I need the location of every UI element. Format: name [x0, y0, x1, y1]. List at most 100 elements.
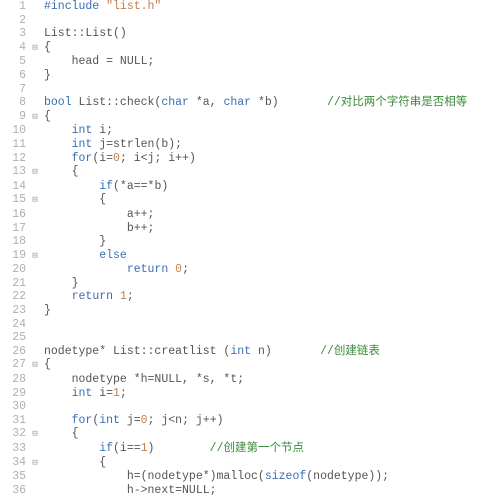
line-number: 26	[0, 345, 30, 359]
code-line[interactable]: 14 if(*a==*b)	[0, 180, 500, 194]
code-line[interactable]: 7	[0, 83, 500, 97]
fold-toggle-icon[interactable]: ⊟	[30, 428, 40, 442]
code-line[interactable]: 32⊟ {	[0, 427, 500, 442]
code-content[interactable]: else	[40, 249, 127, 263]
code-content[interactable]: h=(nodetype*)malloc(sizeof(nodetype));	[40, 470, 389, 484]
code-line[interactable]: 18 }	[0, 235, 500, 249]
code-line[interactable]: 4⊟{	[0, 41, 500, 56]
code-content[interactable]: List::List()	[40, 27, 127, 41]
line-number: 36	[0, 484, 30, 498]
code-line[interactable]: 8 bool List::check(char *a, char *b) //对比…	[0, 96, 500, 110]
code-content[interactable]: }	[40, 69, 51, 83]
line-number: 8	[0, 96, 30, 110]
code-line[interactable]: 31 for(int j=0; j<n; j++)	[0, 414, 500, 428]
line-number: 28	[0, 373, 30, 387]
code-content[interactable]: h->next=NULL;	[40, 484, 217, 498]
code-line[interactable]: 28 nodetype *h=NULL, *s, *t;	[0, 373, 500, 387]
code-line[interactable]: 9⊟{	[0, 110, 500, 125]
fold-toggle-icon[interactable]: ⊟	[30, 457, 40, 471]
code-content[interactable]: head = NULL;	[40, 55, 154, 69]
code-line[interactable]: 6}	[0, 69, 500, 83]
line-number: 32	[0, 427, 30, 441]
code-content[interactable]: }	[40, 235, 106, 249]
code-line[interactable]: 33 if(i==1) //创建第一个节点	[0, 442, 500, 456]
fold-toggle-icon[interactable]: ⊟	[30, 166, 40, 180]
code-line[interactable]: 34⊟ {	[0, 456, 500, 471]
code-content[interactable]: {	[40, 110, 51, 124]
code-content[interactable]: if(i==1) //创建第一个节点	[40, 442, 304, 456]
fold-toggle-icon[interactable]: ⊟	[30, 359, 40, 373]
fold-toggle-icon[interactable]: ⊟	[30, 111, 40, 125]
code-content[interactable]: int i;	[40, 124, 113, 138]
code-content[interactable]: if(*a==*b)	[40, 180, 168, 194]
code-content[interactable]: int j=strlen(b);	[40, 138, 182, 152]
line-number: 34	[0, 456, 30, 470]
code-line[interactable]: 26 nodetype* List::creatlist (int n) //创建…	[0, 345, 500, 359]
line-number: 17	[0, 222, 30, 236]
code-content[interactable]: a++;	[40, 208, 154, 222]
code-line[interactable]: 2	[0, 14, 500, 28]
line-number: 29	[0, 387, 30, 401]
code-content[interactable]: {	[40, 358, 51, 372]
line-number: 27	[0, 358, 30, 372]
code-line[interactable]: 19⊟ else	[0, 249, 500, 264]
fold-toggle-icon[interactable]: ⊟	[30, 42, 40, 56]
code-line[interactable]: 5 head = NULL;	[0, 55, 500, 69]
code-content[interactable]: {	[40, 41, 51, 55]
code-line[interactable]: 1 #include "list.h"	[0, 0, 500, 14]
code-line[interactable]: 29 int i=1;	[0, 387, 500, 401]
line-number: 18	[0, 235, 30, 249]
line-number: 15	[0, 193, 30, 207]
code-content[interactable]: for(int j=0; j<n; j++)	[40, 414, 224, 428]
line-number: 30	[0, 400, 30, 414]
line-number: 9	[0, 110, 30, 124]
code-content[interactable]: nodetype *h=NULL, *s, *t;	[40, 373, 244, 387]
code-line[interactable]: 17 b++;	[0, 222, 500, 236]
code-content[interactable]: int i=1;	[40, 387, 127, 401]
code-content[interactable]: {	[40, 165, 79, 179]
code-content[interactable]: return 0;	[40, 263, 189, 277]
code-content[interactable]: }	[40, 304, 51, 318]
line-number: 22	[0, 290, 30, 304]
code-line[interactable]: 22 return 1;	[0, 290, 500, 304]
code-editor[interactable]: 1 #include "list.h"23 List::List()4⊟{5 hea…	[0, 0, 500, 497]
line-number: 14	[0, 180, 30, 194]
line-number: 20	[0, 263, 30, 277]
code-line[interactable]: 21 }	[0, 277, 500, 291]
code-line[interactable]: 3 List::List()	[0, 27, 500, 41]
code-line[interactable]: 24	[0, 318, 500, 332]
code-line[interactable]: 23}	[0, 304, 500, 318]
code-line[interactable]: 16 a++;	[0, 208, 500, 222]
code-line[interactable]: 25	[0, 331, 500, 345]
code-content[interactable]: bool List::check(char *a, char *b) //对比两…	[40, 96, 467, 110]
code-line[interactable]: 20 return 0;	[0, 263, 500, 277]
code-line[interactable]: 10 int i;	[0, 124, 500, 138]
code-line[interactable]: 27⊟{	[0, 358, 500, 373]
line-number: 35	[0, 470, 30, 484]
line-number: 3	[0, 27, 30, 41]
line-number: 12	[0, 152, 30, 166]
code-content[interactable]: {	[40, 427, 79, 441]
code-line[interactable]: 12 for(i=0; i<j; i++)	[0, 152, 500, 166]
code-content[interactable]: }	[40, 277, 79, 291]
code-line[interactable]: 15⊟ {	[0, 193, 500, 208]
code-content[interactable]: {	[40, 456, 106, 470]
line-number: 2	[0, 14, 30, 28]
fold-toggle-icon[interactable]: ⊟	[30, 250, 40, 264]
code-content[interactable]: for(i=0; i<j; i++)	[40, 152, 196, 166]
fold-toggle-icon[interactable]: ⊟	[30, 194, 40, 208]
code-content[interactable]: b++;	[40, 222, 154, 236]
line-number: 33	[0, 442, 30, 456]
code-line[interactable]: 35 h=(nodetype*)malloc(sizeof(nodetype))…	[0, 470, 500, 484]
code-content[interactable]: nodetype* List::creatlist (int n) //创建链表	[40, 345, 380, 359]
code-content[interactable]: #include "list.h"	[40, 0, 161, 14]
code-line[interactable]: 36 h->next=NULL;	[0, 484, 500, 498]
code-line[interactable]: 13⊟ {	[0, 165, 500, 180]
code-content[interactable]: return 1;	[40, 290, 134, 304]
code-line[interactable]: 30	[0, 400, 500, 414]
code-content[interactable]: {	[40, 193, 106, 207]
line-number: 1	[0, 0, 30, 14]
line-number: 16	[0, 208, 30, 222]
code-line[interactable]: 11 int j=strlen(b);	[0, 138, 500, 152]
line-number: 21	[0, 277, 30, 291]
